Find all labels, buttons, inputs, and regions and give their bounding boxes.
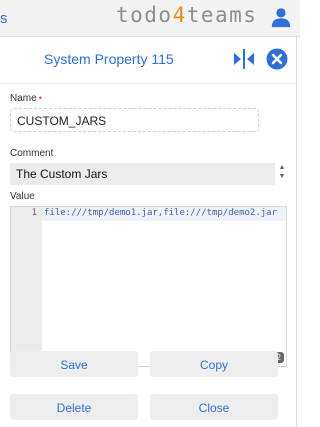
name-label: Name • [10, 93, 42, 104]
name-label-text: Name [10, 93, 37, 104]
logo-digit: 4 [172, 3, 187, 27]
comment-resize-arrows[interactable]: ▲ ▼ [277, 163, 287, 185]
value-code-editor[interactable]: 1 file:///tmp/demo1.jar,file:///tmp/demo… [10, 206, 287, 367]
comment-label: Comment [10, 148, 54, 159]
save-button[interactable]: Save [10, 351, 138, 377]
copy-button[interactable]: Copy [150, 351, 278, 377]
delete-button[interactable]: Delete [10, 394, 138, 420]
comment-field[interactable]: The Custom Jars [10, 163, 275, 185]
name-input[interactable]: CUSTOM_JARS [10, 108, 259, 132]
top-bar: s todo4teams [0, 0, 300, 37]
app-logo: todo4teams [116, 3, 257, 27]
value-label: Value [10, 191, 35, 202]
code-line-text[interactable]: file:///tmp/demo1.jar,file:///tmp/demo2.… [44, 207, 286, 220]
logo-prefix: todo [116, 3, 173, 27]
close-icon[interactable] [266, 48, 288, 70]
dialog-header: System Property 115 [0, 37, 296, 84]
logo-suffix: teams [186, 3, 258, 27]
close-button[interactable]: Close [150, 394, 278, 420]
split-view-icon[interactable] [233, 49, 255, 69]
line-number: 1 [31, 208, 37, 218]
dialog-title: System Property 115 [44, 51, 174, 67]
editor-gutter: 1 [11, 207, 42, 366]
required-marker: • [38, 93, 42, 103]
user-icon[interactable] [270, 6, 292, 28]
system-property-dialog: System Property 115 Name • CUSTOM_JARS Co… [0, 37, 297, 427]
top-left-fragment: s [0, 10, 8, 27]
